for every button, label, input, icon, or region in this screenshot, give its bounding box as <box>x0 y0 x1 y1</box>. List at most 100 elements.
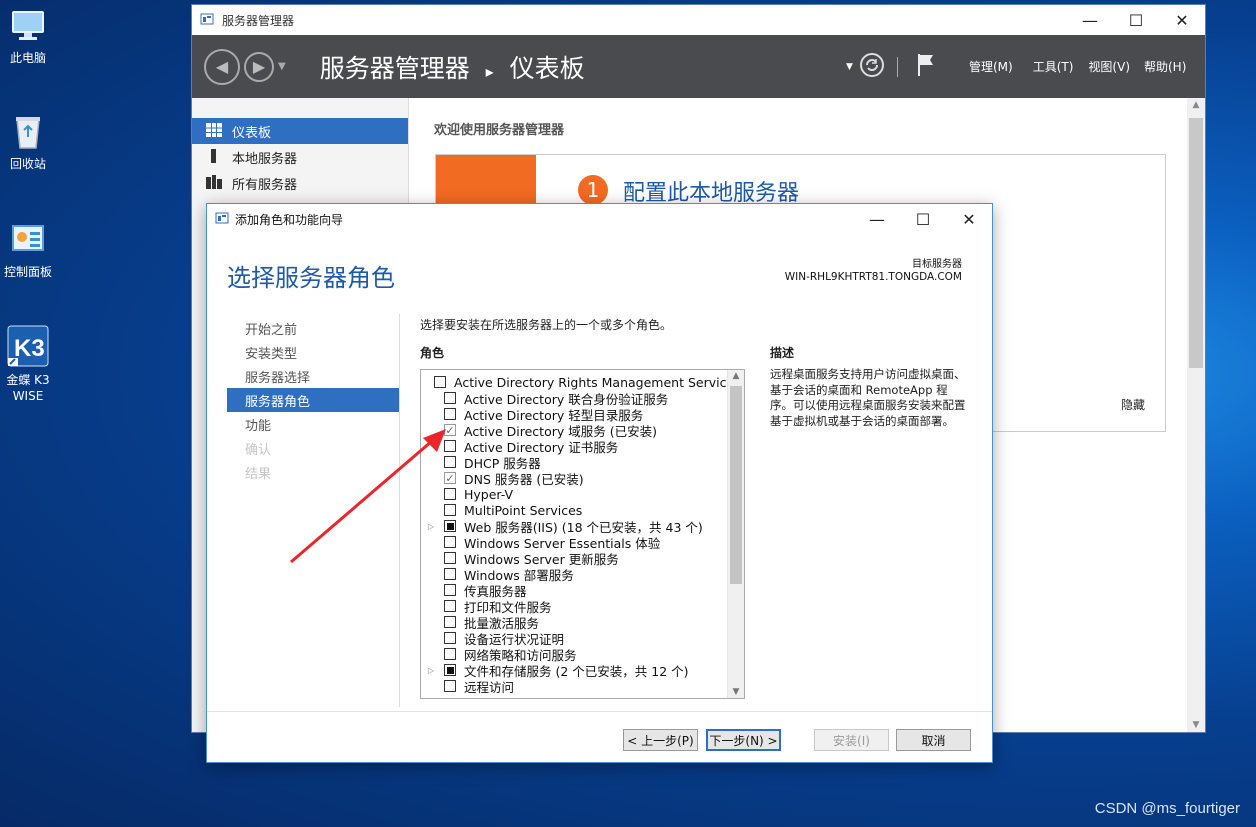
scrollbar-thumb[interactable] <box>1189 118 1203 368</box>
desktop-icon-control-panel[interactable]: 控制面板 <box>0 220 56 280</box>
description-header: 描述 <box>770 346 795 360</box>
wizard-heading: 选择服务器角色 <box>227 264 395 292</box>
svg-text:K3: K3 <box>14 335 45 362</box>
next-button[interactable]: 下一步(N) > <box>706 729 781 751</box>
cancel-button[interactable]: 取消 <box>896 729 971 751</box>
role-checkbox[interactable] <box>444 616 456 628</box>
hide-link[interactable]: 隐藏 <box>1121 396 1145 413</box>
nav-label: 本地服务器 <box>232 151 298 167</box>
server-manager-titlebar[interactable]: 服务器管理器 <box>192 5 1205 35</box>
scroll-up-arrow-icon[interactable]: ▲ <box>1187 100 1205 110</box>
desktop-icon-label: 金蝶 K3 WISE <box>6 373 50 403</box>
menu-view[interactable]: 视图(V) <box>1088 58 1130 75</box>
history-dropdown-icon[interactable]: ▼ <box>278 61 286 72</box>
wizard-title: 添加角色和功能向导 <box>235 212 344 227</box>
role-checkbox[interactable]: ✓ <box>444 424 456 436</box>
menu-help[interactable]: 帮助(H) <box>1144 58 1186 75</box>
menu-tools[interactable]: 工具(T) <box>1033 58 1074 75</box>
server-manager-scrollbar[interactable]: ▲ ▼ <box>1187 98 1205 732</box>
header-divider <box>896 56 898 77</box>
step-server-roles[interactable]: 服务器角色 <box>227 388 399 412</box>
step-features[interactable]: 功能 <box>227 412 399 436</box>
wizard-close-button[interactable]: ✕ <box>946 204 992 234</box>
expand-arrow-icon[interactable]: ▷ <box>426 522 436 531</box>
watermark: CSDN @ms_fourtiger <box>1094 800 1240 817</box>
dropdown-arrow-icon[interactable]: ▼ <box>846 62 853 72</box>
target-server-label: 目标服务器 <box>912 259 962 270</box>
role-checkbox[interactable] <box>444 584 456 596</box>
wizard-steps: 开始之前 安装类型 服务器选择 服务器角色 功能 确认 结果 <box>227 316 399 484</box>
wizard-body: 选择服务器角色 目标服务器 WIN-RHL9KHTRT81.TONGDA.COM… <box>207 234 992 762</box>
maximize-button[interactable]: ☐ <box>1113 5 1159 35</box>
server-manager-app-icon <box>200 12 214 29</box>
role-checkbox[interactable] <box>444 552 456 564</box>
menu-manage[interactable]: 管理(M) <box>969 58 1013 75</box>
scroll-down-arrow-icon[interactable]: ▼ <box>1187 720 1205 730</box>
forward-arrow-icon[interactable]: ▶ <box>244 51 274 82</box>
role-label: MultiPoint Services <box>464 502 583 518</box>
step-results: 结果 <box>245 466 272 482</box>
desktop-icon-label: 回收站 <box>9 157 46 171</box>
desktop-icon-recycle-bin[interactable]: 回收站 <box>0 112 56 172</box>
role-label: 远程访问 <box>464 679 515 695</box>
step-confirmation: 确认 <box>245 442 272 458</box>
server-manager-title: 服务器管理器 <box>222 13 295 28</box>
role-checkbox[interactable] <box>444 408 456 420</box>
role-item[interactable]: ✓ DNS 服务器 (已安装) <box>421 470 728 487</box>
role-checkbox[interactable] <box>444 440 456 452</box>
welcome-heading: 欢迎使用服务器管理器 <box>434 123 565 138</box>
role-item[interactable]: Hyper-V <box>421 486 728 502</box>
role-description: 远程桌面服务支持用户访问虚拟桌面、基于会话的桌面和 RemoteApp 程序。可… <box>770 367 966 428</box>
wizard-minimize-button[interactable]: — <box>854 204 900 234</box>
role-checkbox[interactable] <box>444 664 456 676</box>
refresh-icon[interactable] <box>859 52 885 81</box>
control-panel-icon <box>8 220 48 260</box>
role-checkbox[interactable]: ✓ <box>444 472 456 484</box>
scroll-down-arrow-icon[interactable]: ▼ <box>728 687 744 697</box>
install-button: 安装(I) <box>814 729 889 751</box>
role-checkbox[interactable] <box>444 536 456 548</box>
kingdee-k3-icon: K3 <box>6 324 50 368</box>
desktop-icon-this-pc[interactable]: 此电脑 <box>0 6 56 66</box>
roles-list-scrollbar[interactable]: ▲ ▼ <box>727 370 744 698</box>
nav-item-all-servers[interactable]: 所有服务器 <box>192 170 408 196</box>
role-item[interactable]: 远程访问 <box>421 678 728 695</box>
role-label: DNS 服务器 (已安装) <box>464 471 584 487</box>
desktop-icon-kingdee-k3[interactable]: K3 金蝶 K3 WISE <box>0 324 56 404</box>
role-checkbox[interactable] <box>444 504 456 516</box>
desktop-icon-label: 此电脑 <box>9 51 46 65</box>
role-checkbox[interactable] <box>444 632 456 644</box>
nav-item-local-server[interactable]: 本地服务器 <box>192 144 408 170</box>
header-tools: ▼ <box>846 35 936 98</box>
nav-item-dashboard[interactable]: 仪表板 <box>192 118 408 144</box>
role-checkbox[interactable] <box>444 600 456 612</box>
close-button[interactable]: ✕ <box>1159 5 1205 35</box>
role-checkbox[interactable] <box>444 568 456 580</box>
roles-rows: Active Directory Rights Management Servi… <box>421 374 741 695</box>
wizard-titlebar[interactable]: 添加角色和功能向导 — ☐ ✕ <box>207 204 992 234</box>
step-before-you-begin[interactable]: 开始之前 <box>227 316 399 340</box>
back-arrow-icon[interactable]: ◀ <box>204 48 240 85</box>
role-checkbox[interactable] <box>434 376 446 388</box>
role-checkbox[interactable] <box>444 520 456 532</box>
role-checkbox[interactable] <box>444 680 456 692</box>
step-server-selection[interactable]: 服务器选择 <box>227 364 399 388</box>
scroll-up-arrow-icon[interactable]: ▲ <box>728 371 744 381</box>
step-number-badge: 1 <box>578 175 608 205</box>
previous-button[interactable]: < 上一步(P) <box>623 729 698 751</box>
computer-icon <box>8 6 48 46</box>
roles-list[interactable]: Active Directory Rights Management Servi… <box>420 369 745 699</box>
notifications-flag-icon[interactable] <box>916 52 936 81</box>
wizard-button-bar: < 上一步(P) 下一步(N) > 安装(I) 取消 <box>207 711 992 762</box>
wizard-maximize-button[interactable]: ☐ <box>900 204 946 234</box>
expand-arrow-icon[interactable]: ▷ <box>426 666 436 675</box>
role-checkbox[interactable] <box>444 392 456 404</box>
step-installation-type[interactable]: 安装类型 <box>227 340 399 364</box>
minimize-button[interactable]: — <box>1067 5 1113 35</box>
role-checkbox[interactable] <box>444 648 456 660</box>
role-checkbox[interactable] <box>444 456 456 468</box>
scrollbar-thumb[interactable] <box>730 386 742 584</box>
role-checkbox[interactable] <box>444 488 456 500</box>
add-roles-wizard-window: 添加角色和功能向导 — ☐ ✕ 选择服务器角色 目标服务器 WIN-RHL9KH… <box>206 203 993 763</box>
dashboard-icon <box>206 122 222 140</box>
